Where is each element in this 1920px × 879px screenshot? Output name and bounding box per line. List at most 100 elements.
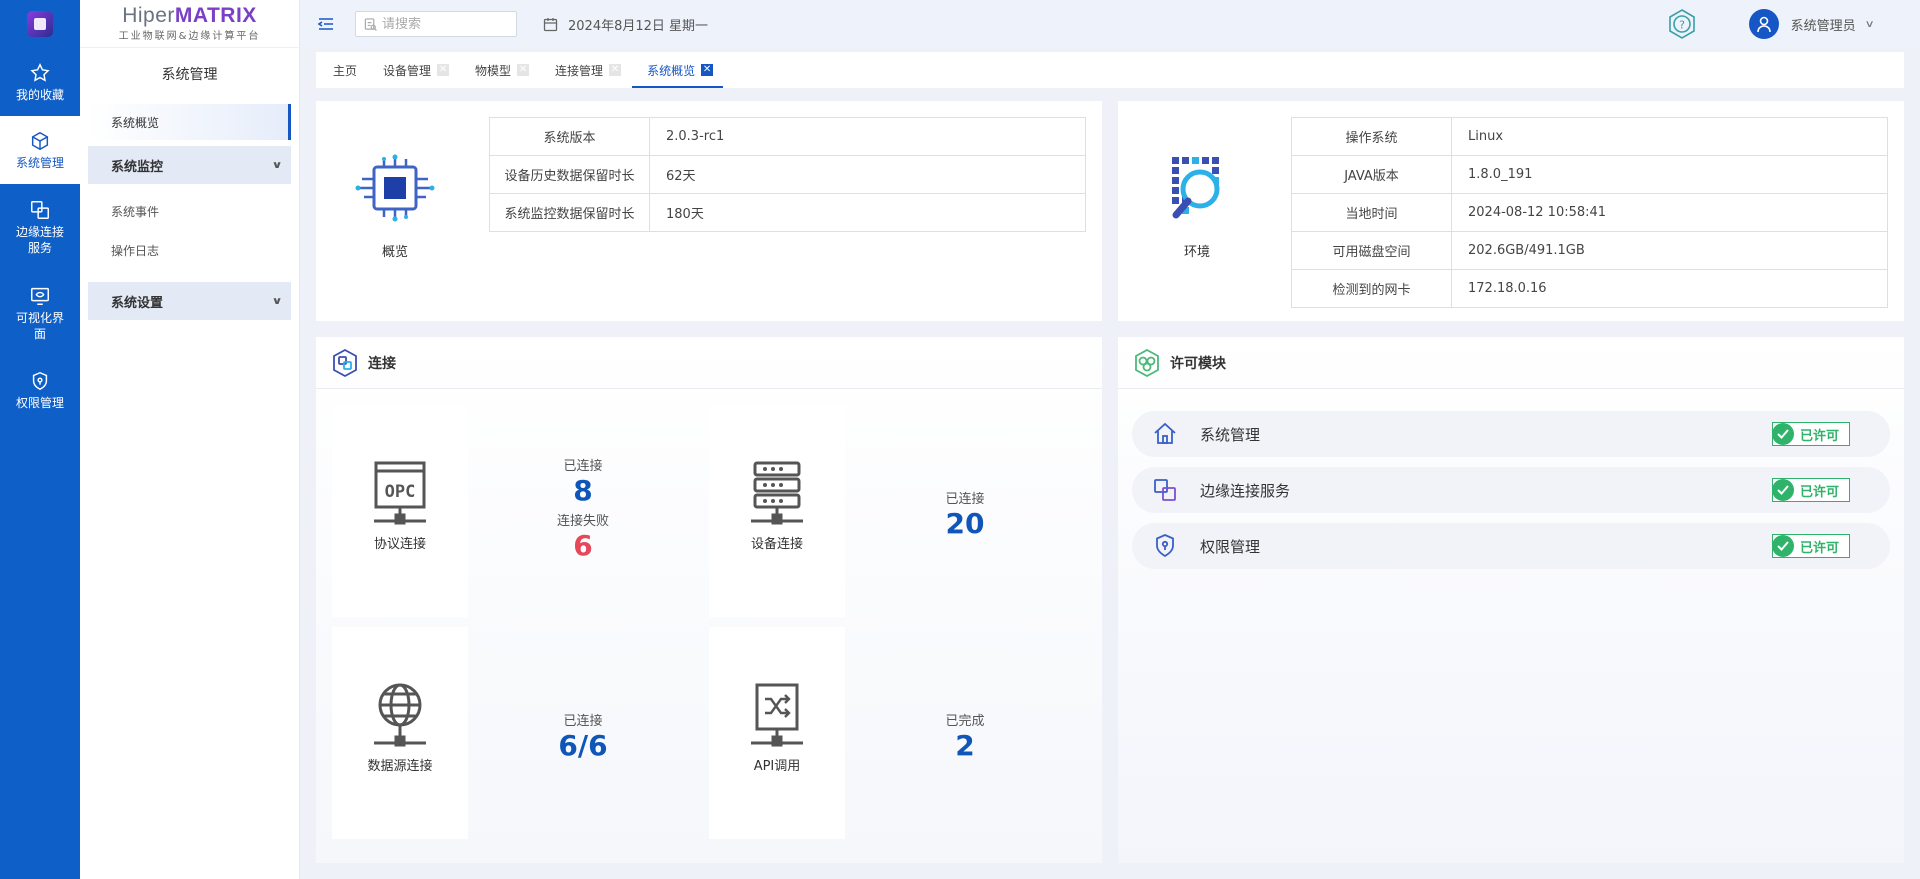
search-input[interactable] — [382, 16, 502, 32]
protocol-stats: 已连接 8 连接失败 6 — [503, 455, 663, 563]
calendar-icon — [543, 17, 558, 31]
api-label: API调用 — [753, 759, 801, 774]
edge-link-icon — [1154, 479, 1176, 501]
tab-label: 设备管理 — [383, 63, 432, 78]
tab-overview[interactable]: 系统概览 ✕ — [632, 52, 724, 88]
date-display: 2024年8月12日 星期一 — [543, 15, 708, 34]
key-cell: 当地时间 — [1291, 193, 1452, 232]
key-cell: 设备历史数据保留时长 — [489, 155, 650, 194]
tab-home[interactable]: 主页 — [333, 52, 357, 88]
star-icon — [30, 62, 50, 82]
key-cell: 检测到的网卡 — [1291, 269, 1452, 308]
subnav-item-events[interactable]: 系统事件 — [88, 190, 291, 232]
table-row: JAVA版本 1.8.0_191 — [1291, 155, 1888, 194]
connection-header: 连接 — [316, 337, 1102, 389]
app-logo[interactable] — [0, 0, 80, 48]
top-bar: 2024年8月12日 星期一 ? 系统管理员 ∨ — [300, 0, 1920, 48]
close-icon[interactable]: ✕ — [517, 64, 530, 76]
licensed-badge: 已许可 — [1772, 534, 1850, 558]
system-info-table: 系统版本 2.0.3-rc1 设备历史数据保留时长 62天 系统监控数据保留时长 18… — [489, 117, 1086, 232]
rail-item-favorites[interactable]: 我的收藏 — [0, 48, 80, 116]
connected-label: 已连接 — [563, 459, 603, 474]
rail-item-edge[interactable]: 边缘连接服务 — [0, 184, 80, 270]
sub-sidebar: HiperMATRIX 工业物联网&边缘计算平台 系统管理 系统概览 系统监控 … — [80, 0, 300, 879]
edge-link-icon — [31, 200, 49, 219]
api-call-card[interactable]: API调用 — [709, 627, 845, 839]
table-row: 当地时间 2024-08-12 10:58:41 — [1291, 193, 1888, 232]
tab-device[interactable]: 设备管理 ✕ — [383, 52, 450, 88]
license-name: 系统管理 — [1200, 425, 1261, 444]
server-icon — [751, 461, 803, 525]
rail-item-system[interactable]: 系统管理 — [0, 116, 80, 184]
protocol-connection-card[interactable]: OPC 协议连接 — [332, 405, 468, 617]
tab-label: 连接管理 — [555, 63, 604, 78]
connection-title: 连接 — [368, 355, 396, 372]
failed-label: 连接失败 — [556, 514, 609, 529]
search-box[interactable] — [355, 11, 517, 37]
close-icon[interactable]: ✕ — [437, 64, 450, 76]
table-row: 可用磁盘空间 202.6GB/491.1GB — [1291, 231, 1888, 270]
datasource-connection-card[interactable]: 数据源连接 — [332, 627, 468, 839]
table-row: 系统监控数据保留时长 180天 — [489, 193, 1086, 232]
value-cell: Linux — [1451, 117, 1888, 156]
device-connected-count: 20 — [945, 507, 985, 540]
key-cell: 系统监控数据保留时长 — [489, 193, 650, 232]
chevron-down-icon[interactable]: ∨ — [1864, 19, 1874, 30]
check-icon — [1772, 479, 1794, 501]
brand-subtitle: 工业物联网&边缘计算平台 — [118, 31, 261, 42]
environment-block: 环境 — [1154, 153, 1240, 260]
svg-text:OPC: OPC — [385, 482, 416, 502]
api-shuffle-icon — [751, 683, 803, 747]
date-text: 2024年8月12日 星期一 — [568, 18, 709, 34]
user-icon — [1756, 16, 1771, 33]
close-icon[interactable]: ✕ — [701, 64, 714, 76]
connection-icon — [333, 348, 357, 377]
avatar[interactable] — [1748, 9, 1779, 39]
shield-icon — [32, 371, 48, 390]
value-cell: 2024-08-12 10:58:41 — [1451, 193, 1888, 232]
value-cell: 2.0.3-rc1 — [649, 117, 1086, 156]
device-connection-card[interactable]: 设备连接 — [709, 405, 845, 617]
table-row: 系统版本 2.0.3-rc1 — [489, 117, 1086, 156]
key-cell: 操作系统 — [1291, 117, 1452, 156]
brand-name: HiperMATRIX — [122, 4, 257, 27]
user-name[interactable]: 系统管理员 — [1791, 15, 1856, 34]
device-stats: 已连接 20 — [885, 488, 1045, 541]
brand: HiperMATRIX 工业物联网&边缘计算平台 — [80, 0, 299, 48]
rail-item-permission[interactable]: 权限管理 — [0, 356, 80, 424]
environment-info-table: 操作系统 Linux JAVA版本 1.8.0_191 当地时间 2024-08-12… — [1291, 117, 1888, 308]
connected-label: 已连接 — [945, 492, 985, 507]
protocol-label: 协议连接 — [373, 537, 426, 552]
monitor-eye-icon — [31, 287, 49, 305]
shield-icon — [1156, 534, 1174, 558]
subnav-group-settings[interactable]: 系统设置 ∨ — [88, 282, 291, 320]
rail-item-visual[interactable]: 可视化界面 — [0, 270, 80, 356]
license-panel: 许可模块 系统管理 已许可 边缘连接服务 已许可 权限管理 已许可 — [1118, 337, 1904, 863]
user-area: ? 系统管理员 ∨ — [1665, 0, 1920, 48]
protocol-connected-count: 8 — [573, 474, 593, 507]
subnav-item-overview[interactable]: 系统概览 — [88, 104, 291, 140]
value-cell: 180天 — [649, 193, 1086, 232]
value-cell: 202.6GB/491.1GB — [1451, 231, 1888, 270]
tab-model[interactable]: 物模型 ✕ — [475, 52, 530, 88]
tab-connection[interactable]: 连接管理 ✕ — [555, 52, 622, 88]
connected-label: 已连接 — [563, 714, 603, 729]
icon-rail: 我的收藏 系统管理 边缘连接服务 可视化界面 权限管理 — [0, 0, 80, 879]
tab-label: 系统概览 — [647, 63, 696, 78]
globe-network-icon — [374, 683, 426, 747]
tab-bar: 主页 设备管理 ✕ 物模型 ✕ 连接管理 ✕ 系统概览 ✕ — [316, 52, 1904, 88]
overview-block: 概览 — [352, 153, 438, 260]
help-icon[interactable]: ? — [1665, 7, 1699, 41]
table-row: 检测到的网卡 172.18.0.16 — [1291, 269, 1888, 308]
subnav-group-monitor[interactable]: 系统监控 ∨ — [88, 146, 291, 184]
datasource-stats: 已连接 6/6 — [503, 710, 663, 763]
tab-label: 物模型 — [475, 63, 512, 78]
license-header: 许可模块 — [1118, 337, 1904, 389]
license-module-icon — [1135, 348, 1159, 377]
cube-icon — [31, 131, 49, 150]
badge-label: 已许可 — [1800, 484, 1840, 500]
menu-collapse-icon[interactable] — [317, 15, 335, 33]
rail-item-label: 权限管理 — [15, 395, 64, 410]
close-icon[interactable]: ✕ — [609, 64, 622, 76]
subnav-item-oplog[interactable]: 操作日志 — [88, 232, 291, 268]
